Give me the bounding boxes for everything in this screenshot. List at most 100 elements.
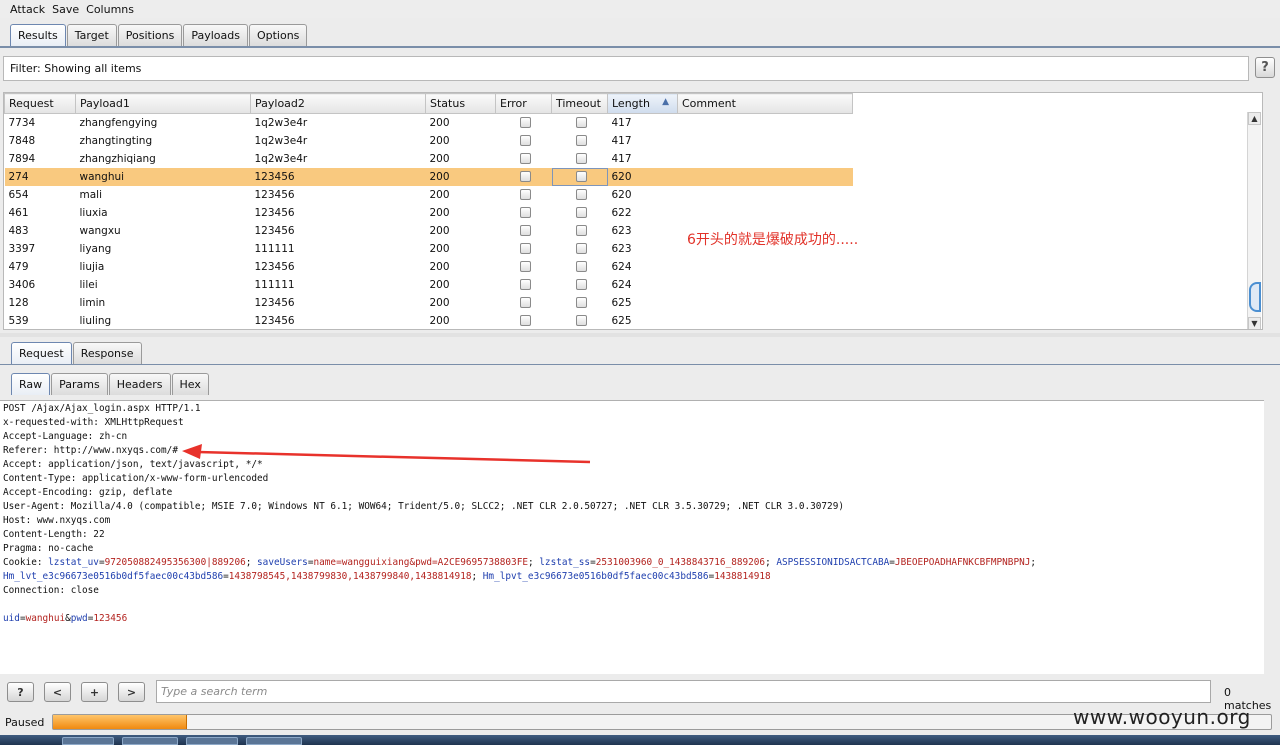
cell-request: 461	[8, 206, 29, 219]
error-checkbox[interactable]	[520, 243, 531, 254]
error-checkbox[interactable]	[520, 315, 531, 326]
help-button[interactable]: ?	[7, 682, 34, 702]
timeout-checkbox[interactable]	[576, 297, 587, 308]
taskbar-item[interactable]	[122, 737, 178, 745]
cell-error	[496, 240, 552, 258]
tab-params[interactable]: Params	[51, 373, 108, 395]
tab-payloads[interactable]: Payloads	[183, 24, 248, 46]
tab-options[interactable]: Options	[248, 24, 308, 46]
cell-payload2: 123456	[254, 296, 295, 309]
timeout-checkbox[interactable]	[576, 261, 587, 272]
error-checkbox[interactable]	[520, 207, 531, 218]
filter-help-button[interactable]: ?	[1255, 57, 1275, 78]
timeout-checkbox[interactable]	[576, 243, 587, 254]
cell-request: 479	[8, 260, 29, 273]
timeout-checkbox[interactable]	[576, 279, 587, 290]
timeout-checkbox[interactable]	[576, 135, 587, 146]
timeout-checkbox[interactable]	[576, 315, 587, 326]
cell-length: 625	[611, 314, 632, 327]
table-row[interactable]: 479 liujia 123456 200 624	[5, 258, 853, 276]
menu-save[interactable]: Save	[52, 3, 79, 16]
table-row[interactable]: 461 liuxia 123456 200 622	[5, 204, 853, 222]
scroll-thumb[interactable]	[1249, 282, 1261, 312]
table-row[interactable]: 7848 zhangtingting 1q2w3e4r 200 417	[5, 132, 853, 150]
error-checkbox[interactable]	[520, 171, 531, 182]
cell-comment	[678, 132, 853, 150]
annotation-text: 6开头的就是爆破成功的.....	[687, 232, 859, 248]
timeout-checkbox[interactable]	[576, 207, 587, 218]
cell-payload2: 123456	[254, 260, 295, 273]
error-checkbox[interactable]	[520, 135, 531, 146]
menu-columns[interactable]: Columns	[86, 3, 134, 16]
menu-attack[interactable]: Attack	[10, 3, 45, 16]
cell-status: 200	[429, 260, 450, 273]
table-scrollbar[interactable]: ▲ ▼	[1247, 112, 1261, 329]
error-checkbox[interactable]	[520, 297, 531, 308]
split-divider[interactable]	[0, 333, 1280, 337]
cell-error	[496, 132, 552, 150]
tab-positions[interactable]: Positions	[117, 24, 183, 46]
timeout-checkbox[interactable]	[576, 225, 587, 236]
cell-payload1: liuxia	[79, 206, 108, 219]
col-error[interactable]: Error	[495, 93, 552, 114]
table-row[interactable]: 3406 lilei 111111 200 624	[5, 276, 853, 294]
tab-raw[interactable]: Raw	[11, 373, 51, 395]
error-checkbox[interactable]	[520, 153, 531, 164]
scroll-up-icon[interactable]: ▲	[1248, 112, 1261, 125]
status-label: Paused	[5, 716, 45, 729]
error-checkbox[interactable]	[520, 225, 531, 236]
error-checkbox[interactable]	[520, 279, 531, 290]
error-checkbox[interactable]	[520, 117, 531, 129]
col-payload1[interactable]: Payload1	[75, 93, 251, 114]
col-timeout[interactable]: Timeout	[551, 93, 608, 114]
raw-line: Host: www.nxyqs.com	[3, 515, 111, 526]
table-row[interactable]: 7894 zhangzhiqiang 1q2w3e4r 200 417	[5, 150, 853, 168]
detail-tabs: Request Response	[11, 342, 143, 364]
cell-payload2: 111111	[254, 278, 295, 291]
table-row[interactable]: 128 limin 123456 200 625	[5, 294, 853, 312]
table-row[interactable]: 654 mali 123456 200 620	[5, 186, 853, 204]
timeout-checkbox[interactable]	[576, 171, 587, 182]
cell-payload1: liujia	[79, 260, 105, 273]
timeout-checkbox[interactable]	[576, 189, 587, 200]
cell-payload1: limin	[79, 296, 106, 309]
taskbar-item[interactable]	[62, 737, 114, 745]
tab-hex[interactable]: Hex	[171, 373, 209, 395]
taskbar-item[interactable]	[246, 737, 302, 745]
tab-request[interactable]: Request	[11, 342, 72, 364]
raw-request-text[interactable]: POST /Ajax/Ajax_login.aspx HTTP/1.1 x-re…	[0, 401, 1264, 627]
timeout-checkbox[interactable]	[576, 153, 587, 164]
col-payload2[interactable]: Payload2	[250, 93, 426, 114]
timeout-checkbox[interactable]	[576, 117, 587, 129]
taskbar-item[interactable]	[186, 737, 238, 745]
cell-status: 200	[429, 314, 450, 327]
cookie-line-1: Cookie: lzstat_uv=9720508824953563​00|88…	[3, 557, 1037, 568]
table-row[interactable]: 274 wanghui 123456 200 620	[4, 167, 853, 186]
next-button[interactable]: >	[118, 682, 145, 702]
tab-target[interactable]: Target	[66, 24, 117, 46]
cell-length: 624	[611, 278, 632, 291]
error-checkbox[interactable]	[520, 261, 531, 272]
scroll-down-icon[interactable]: ▼	[1248, 317, 1261, 329]
previous-button[interactable]: <	[44, 682, 71, 702]
col-status[interactable]: Status	[425, 93, 496, 114]
search-input[interactable]: Type a search term	[156, 680, 1211, 703]
filter-bar[interactable]: Filter: Showing all items	[3, 56, 1249, 81]
col-comment[interactable]: Comment	[677, 93, 853, 114]
table-row[interactable]: 539 liuling 123456 200 625	[5, 312, 853, 330]
table-row[interactable]: 7734 zhangfengying 1q2w3e4r 200 417	[5, 114, 853, 132]
tab-headers[interactable]: Headers	[108, 373, 171, 395]
cell-status: 200	[429, 206, 450, 219]
col-request[interactable]: Request	[4, 93, 76, 114]
raw-request-pane[interactable]: POST /Ajax/Ajax_login.aspx HTTP/1.1 x-re…	[0, 400, 1264, 674]
add-button[interactable]: +	[81, 682, 108, 702]
error-checkbox[interactable]	[520, 189, 531, 200]
detail-tab-underline	[0, 364, 1280, 365]
cell-comment	[678, 150, 853, 168]
col-length[interactable]: Length ▲	[607, 93, 678, 114]
tab-response[interactable]: Response	[72, 342, 142, 364]
results-table-panel: Request Payload1 Payload2 Status Error T…	[3, 92, 1263, 330]
cell-request: 7848	[8, 134, 36, 147]
tab-results[interactable]: Results	[10, 24, 66, 46]
cell-status: 200	[429, 296, 450, 309]
